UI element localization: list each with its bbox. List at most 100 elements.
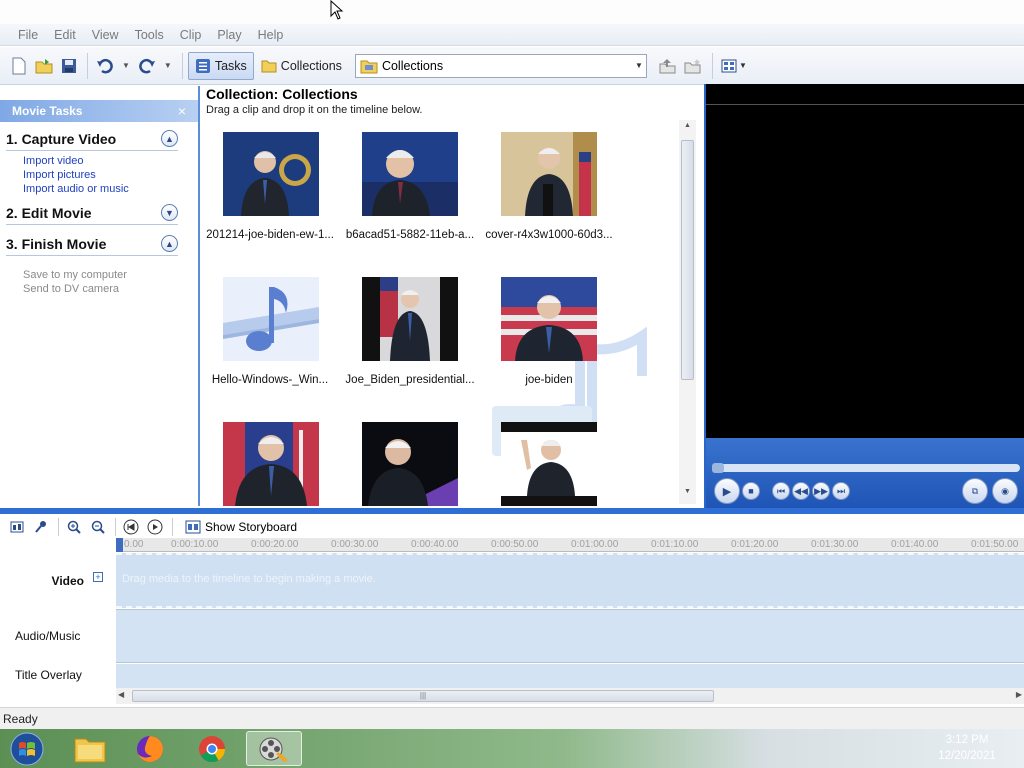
seek-bar[interactable] <box>712 463 1020 473</box>
open-project-button[interactable] <box>32 53 56 79</box>
clip-label: Hello-Windows-_Win... <box>211 374 329 386</box>
scroll-down-arrow-icon[interactable]: ▼ <box>679 488 696 502</box>
import-pictures-link[interactable]: Import pictures <box>6 168 178 182</box>
audio-track-label: Audio/Music <box>15 629 81 643</box>
menu-help[interactable]: Help <box>250 28 292 42</box>
menu-play[interactable]: Play <box>209 28 249 42</box>
firefox-icon <box>137 735 163 762</box>
close-icon[interactable]: × <box>178 103 186 119</box>
collection-title: Collection: Collections <box>206 86 358 102</box>
play-button[interactable]: ▶ <box>714 478 740 504</box>
import-audio-link[interactable]: Import audio or music <box>6 182 178 196</box>
import-video-link[interactable]: Import video <box>6 154 178 168</box>
audio-music-track[interactable] <box>116 609 1024 663</box>
timeline: 0.00 0:00:10.00 0:00:20.00 0:00:30.00 0:… <box>0 538 1024 706</box>
start-button[interactable] <box>2 731 52 766</box>
clip-thumbnail[interactable] <box>223 422 319 506</box>
title-strip <box>0 0 1024 24</box>
scroll-left-arrow-icon[interactable]: ◀ <box>118 690 124 699</box>
rewind-timeline-button[interactable] <box>120 517 142 537</box>
narrate-timeline-button[interactable] <box>30 517 52 537</box>
menu-tools[interactable]: Tools <box>127 28 172 42</box>
storyboard-icon <box>185 520 201 534</box>
collection-scroll-thumb[interactable] <box>681 140 694 380</box>
set-audio-levels-button[interactable] <box>6 517 28 537</box>
collection-pane: Collection: Collections Drag a clip and … <box>202 86 698 506</box>
clip-thumbnail[interactable] <box>223 277 319 361</box>
scroll-up-arrow-icon[interactable]: ▲ <box>679 122 696 136</box>
ruler-tick: 0:00:20.00 <box>251 539 299 550</box>
menu-file[interactable]: File <box>10 28 46 42</box>
menu-edit[interactable]: Edit <box>46 28 84 42</box>
views-button[interactable]: ▼ <box>718 53 750 79</box>
show-storyboard-button[interactable]: Show Storyboard <box>185 520 297 534</box>
menu-view[interactable]: View <box>84 28 127 42</box>
finish-movie-header[interactable]: 3. Finish Movie ▲ <box>6 231 178 256</box>
new-project-button[interactable] <box>8 53 30 79</box>
collapse-chevron-up-icon[interactable]: ▲ <box>161 235 178 252</box>
redo-dropdown[interactable]: ▼ <box>161 53 175 79</box>
clock-time: 3:12 PM <box>945 734 989 746</box>
timeline-ruler[interactable]: 0.00 0:00:10.00 0:00:20.00 0:00:30.00 0:… <box>116 538 1024 552</box>
playhead-marker[interactable] <box>116 538 123 552</box>
next-frame-button[interactable]: ⏭ <box>832 482 850 500</box>
stop-button[interactable]: ■ <box>742 482 760 500</box>
save-project-button[interactable] <box>58 53 80 79</box>
menu-clip[interactable]: Clip <box>172 28 210 42</box>
edit-movie-header[interactable]: 2. Edit Movie ▼ <box>6 200 178 225</box>
video-track[interactable]: Drag media to the timeline to begin maki… <box>116 553 1024 608</box>
clip-label: Joe_Biden_presidential... <box>345 374 475 386</box>
capture-video-title: 1. Capture Video <box>6 130 117 147</box>
timeline-scroll-thumb[interactable]: ||| <box>132 690 714 702</box>
taskbar-chrome-button[interactable] <box>184 731 240 766</box>
clip-thumbnail[interactable] <box>362 132 458 216</box>
up-level-icon <box>659 58 676 73</box>
system-clock[interactable]: 3:12 PM 12/20/2021 <box>932 732 1002 764</box>
clip-thumbnail[interactable] <box>501 132 597 216</box>
collection-dropdown[interactable]: Collections ▼ <box>354 53 647 78</box>
clip-thumbnail[interactable] <box>501 277 597 361</box>
take-picture-button[interactable]: ◉ <box>992 478 1018 504</box>
new-collection-button[interactable] <box>681 53 705 79</box>
collection-vertical-scrollbar[interactable]: ▲ ▼ <box>679 120 696 504</box>
clip-thumbnail[interactable] <box>501 422 597 506</box>
clip-thumbnail[interactable] <box>362 277 458 361</box>
timeline-horizontal-scrollbar[interactable]: ◀ ||| ▶ <box>116 688 1024 704</box>
ruler-tick: 0:01:10.00 <box>651 539 699 550</box>
up-one-level-button[interactable] <box>655 53 679 79</box>
expand-chevron-down-icon[interactable]: ▼ <box>161 204 178 221</box>
previous-frame-button[interactable]: ⏮ <box>772 482 790 500</box>
status-bar: Ready <box>0 707 1024 729</box>
split-clip-button[interactable]: ⧉ <box>962 478 988 504</box>
undo-icon <box>97 58 113 73</box>
scroll-right-arrow-icon[interactable]: ▶ <box>1016 690 1022 699</box>
taskbar-explorer-button[interactable] <box>62 731 118 766</box>
clip-thumbnail[interactable] <box>362 422 458 506</box>
zoom-in-button[interactable] <box>63 517 85 537</box>
save-to-computer-link[interactable]: Save to my computer <box>6 268 178 282</box>
capture-video-header[interactable]: 1. Capture Video ▲ <box>6 126 178 151</box>
show-storyboard-label: Show Storyboard <box>205 520 298 534</box>
taskbar-firefox-button[interactable] <box>122 731 178 766</box>
seek-bar-knob[interactable] <box>712 463 724 473</box>
fast-forward-button[interactable]: ▶▶ <box>812 482 830 500</box>
undo-dropdown[interactable]: ▼ <box>119 53 133 79</box>
taskbar-movie-maker-button[interactable] <box>246 731 302 766</box>
tasks-toggle-button[interactable]: Tasks <box>187 51 254 80</box>
redo-button[interactable] <box>135 53 159 79</box>
send-to-dv-camera-link[interactable]: Send to DV camera <box>6 282 178 296</box>
toolbar-separator <box>181 52 183 79</box>
play-timeline-button[interactable] <box>144 517 166 537</box>
zoom-out-button[interactable] <box>87 517 109 537</box>
clip-label: b6acad51-5882-11eb-a... <box>345 229 475 241</box>
expand-track-icon[interactable]: + <box>93 572 103 582</box>
rewind-button[interactable]: ◀◀ <box>792 482 810 500</box>
ruler-tick: 0:00:10.00 <box>171 539 219 550</box>
undo-button[interactable] <box>93 53 117 79</box>
clip-thumbnail[interactable] <box>223 132 319 216</box>
edit-movie-section: 2. Edit Movie ▼ <box>6 200 178 225</box>
collections-toggle-button[interactable]: Collections <box>254 52 349 80</box>
title-overlay-track[interactable] <box>116 664 1024 688</box>
ruler-tick: 0:01:50.00 <box>971 539 1019 550</box>
collapse-chevron-up-icon[interactable]: ▲ <box>161 130 178 147</box>
